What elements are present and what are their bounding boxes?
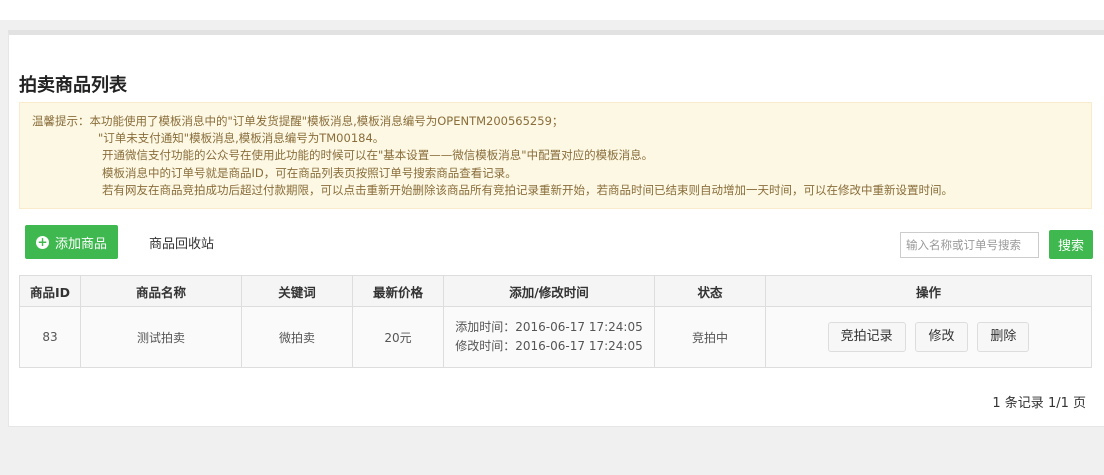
pagination-info: 1 条记录 1/1 页 bbox=[992, 396, 1086, 411]
table-header-row: 商品ID 商品名称 关键词 最新价格 添加/修改时间 状态 操作 bbox=[19, 275, 1092, 307]
header-actions: 操作 bbox=[765, 275, 1092, 307]
added-time: 添加时间：2016-06-17 17:24:05 bbox=[455, 320, 643, 334]
edit-button[interactable]: 修改 bbox=[915, 322, 968, 352]
search-button[interactable]: 搜索 bbox=[1049, 230, 1093, 259]
cell-name: 测试拍卖 bbox=[80, 306, 242, 368]
delete-button[interactable]: 删除 bbox=[977, 322, 1030, 352]
add-goods-label: 添加商品 bbox=[54, 236, 107, 252]
notice-line: 开通微信支付功能的公众号在使用此功能的时候可以在"基本设置——微信模板消息"中配… bbox=[102, 148, 654, 163]
cell-price: 20元 bbox=[352, 306, 444, 368]
header-price: 最新价格 bbox=[352, 275, 444, 307]
bid-records-button[interactable]: 竞拍记录 bbox=[827, 322, 906, 352]
header-keyword: 关键词 bbox=[241, 275, 353, 307]
header-id: 商品ID bbox=[19, 275, 81, 307]
notice-line: 模板消息中的订单号就是商品ID，可在商品列表页按照订单号搜索商品查看记录。 bbox=[102, 165, 517, 180]
plus-circle-icon: + bbox=[35, 234, 49, 249]
table-row: 83 测试拍卖 微拍卖 20元 添加时间：2016-06-17 17:24:05… bbox=[19, 306, 1092, 368]
modified-time: 修改时间：2016-06-17 17:24:05 bbox=[455, 339, 643, 353]
header-time: 添加/修改时间 bbox=[443, 275, 655, 307]
top-bar bbox=[0, 0, 1104, 20]
header-name: 商品名称 bbox=[80, 275, 242, 307]
notice-line: "订单未支付通知"模板消息,模板消息编号为TM00184。 bbox=[98, 131, 385, 146]
recycle-bin-link[interactable]: 商品回收站 bbox=[149, 233, 214, 252]
goods-table: 商品ID 商品名称 关键词 最新价格 添加/修改时间 状态 操作 83 测试拍卖… bbox=[19, 275, 1092, 368]
cell-time: 添加时间：2016-06-17 17:24:05 修改时间：2016-06-17… bbox=[443, 306, 655, 368]
notice-box: 温馨提示：本功能使用了模板消息中的"订单发货提醒"模板消息,模板消息编号为OPE… bbox=[19, 102, 1092, 209]
header-status: 状态 bbox=[654, 275, 766, 307]
search-input[interactable] bbox=[900, 232, 1039, 258]
main-panel: 拍卖商品列表 温馨提示：本功能使用了模板消息中的"订单发货提醒"模板消息,模板消… bbox=[8, 30, 1104, 427]
cell-keyword: 微拍卖 bbox=[241, 306, 353, 368]
cell-actions: 竞拍记录 修改 删除 bbox=[765, 306, 1092, 368]
add-goods-button[interactable]: + 添加商品 bbox=[25, 225, 118, 259]
notice-line: 温馨提示：本功能使用了模板消息中的"订单发货提醒"模板消息,模板消息编号为OPE… bbox=[32, 114, 564, 128]
cell-id: 83 bbox=[19, 306, 81, 368]
status-badge: 竞拍中 bbox=[654, 306, 766, 368]
notice-line: 若有网友在商品竞拍成功后超过付款期限，可以点击重新开始删除该商品所有竞拍记录重新… bbox=[102, 182, 953, 197]
page-title: 拍卖商品列表 bbox=[19, 75, 127, 96]
